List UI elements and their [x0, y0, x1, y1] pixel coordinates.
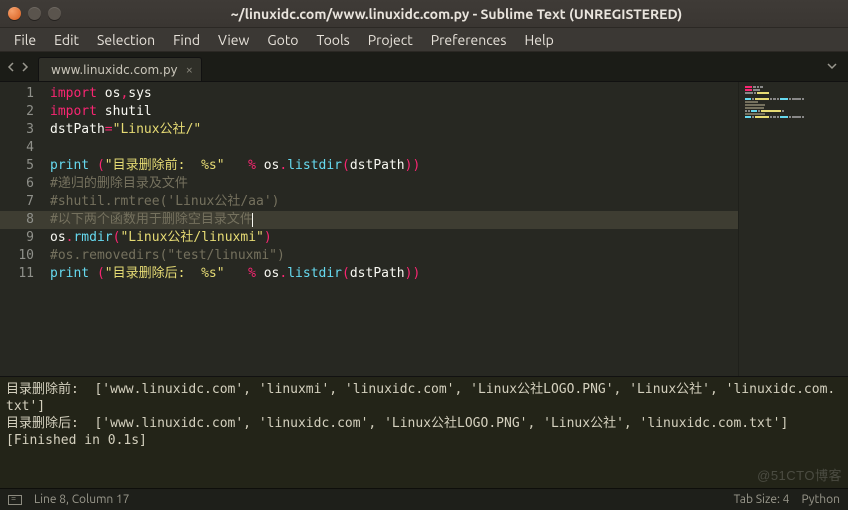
window-maximize-button[interactable]: [48, 7, 61, 20]
line-gutter: 1234567891011: [0, 82, 44, 376]
menu-file[interactable]: File: [6, 30, 44, 50]
build-output-panel[interactable]: 目录删除前: ['www.linuxidc.com', 'linuxmi', '…: [0, 376, 848, 488]
status-tab-size[interactable]: Tab Size: 4: [734, 493, 790, 506]
status-cursor-position[interactable]: Line 8, Column 17: [34, 493, 130, 506]
minimap[interactable]: [738, 82, 848, 376]
code-line: import os,sys: [50, 85, 738, 103]
tab-overflow-icon[interactable]: [826, 60, 838, 75]
code-view[interactable]: import os,sysimport shutildstPath="Linux…: [44, 82, 738, 376]
code-line: print ("目录删除后: %s" % os.listdir(dstPath)…: [50, 265, 738, 283]
window-controls: [8, 7, 61, 20]
tab-close-icon[interactable]: ×: [186, 63, 193, 77]
code-line: print ("目录删除前: %s" % os.listdir(dstPath)…: [50, 157, 738, 175]
console-toggle-icon[interactable]: [8, 495, 22, 505]
menu-find[interactable]: Find: [165, 30, 208, 50]
menu-tools[interactable]: Tools: [309, 30, 358, 50]
code-line: #shutil.rmtree('Linux公社/aa'): [50, 193, 738, 211]
menu-view[interactable]: View: [210, 30, 257, 50]
window-titlebar: ~/linuxidc.com/www.linuxidc.com.py - Sub…: [0, 0, 848, 28]
window-close-button[interactable]: [8, 7, 21, 20]
code-line: [50, 139, 738, 157]
tab-bar: www.linuxidc.com.py ×: [0, 52, 848, 82]
menu-bar: FileEditSelectionFindViewGotoToolsProjec…: [0, 28, 848, 52]
status-syntax[interactable]: Python: [801, 493, 840, 506]
status-bar: Line 8, Column 17 Tab Size: 4 Python: [0, 488, 848, 510]
code-line: import shutil: [50, 103, 738, 121]
nav-back-icon[interactable]: [6, 61, 16, 75]
menu-edit[interactable]: Edit: [46, 30, 87, 50]
menu-project[interactable]: Project: [360, 30, 421, 50]
code-line: os.rmdir("Linux公社/linuxmi"): [50, 229, 738, 247]
watermark: @51CTO博客: [757, 465, 842, 484]
file-tab[interactable]: www.linuxidc.com.py ×: [38, 57, 202, 81]
window-minimize-button[interactable]: [28, 7, 41, 20]
file-tab-label: www.linuxidc.com.py: [51, 63, 178, 77]
menu-goto[interactable]: Goto: [259, 30, 306, 50]
window-title: ~/linuxidc.com/www.linuxidc.com.py - Sub…: [73, 6, 840, 22]
code-line: dstPath="Linux公社/": [50, 121, 738, 139]
code-line: #递归的删除目录及文件: [50, 175, 738, 193]
menu-selection[interactable]: Selection: [89, 30, 163, 50]
code-line: #os.removedirs("test/linuxmi"): [50, 247, 738, 265]
menu-help[interactable]: Help: [516, 30, 561, 50]
editor-area: 1234567891011 import os,sysimport shutil…: [0, 82, 848, 376]
menu-preferences[interactable]: Preferences: [423, 30, 515, 50]
nav-forward-icon[interactable]: [20, 61, 30, 75]
code-line: #以下两个函数用于删除空目录文件: [50, 211, 738, 229]
